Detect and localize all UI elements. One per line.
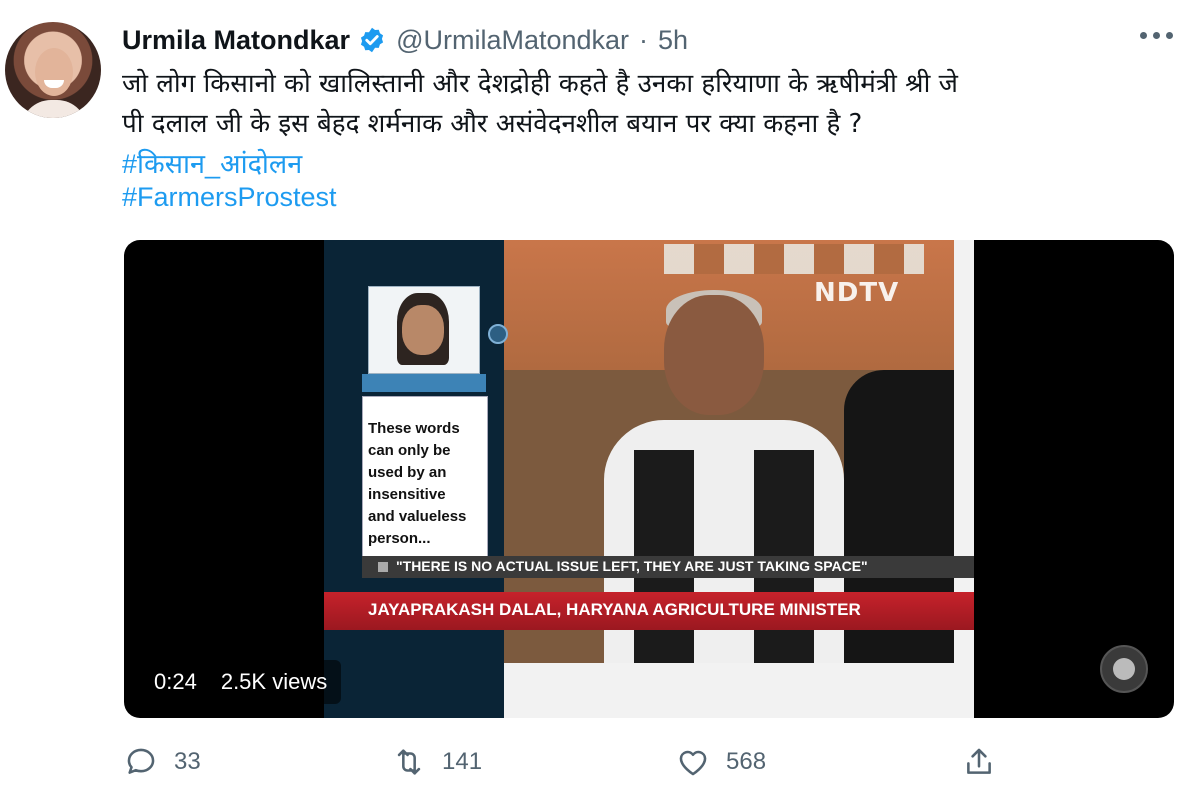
like-count: 568 bbox=[726, 748, 767, 775]
lower-third-text: JAYAPRAKASH DALAL, HARYANA AGRICULTURE M… bbox=[368, 600, 861, 619]
avatar[interactable] bbox=[5, 22, 101, 118]
reply-icon bbox=[127, 748, 155, 774]
video-border bbox=[504, 663, 974, 718]
tweet-actions: 33 141 568 bbox=[124, 740, 1124, 784]
hashtag-link[interactable]: #FarmersProstest bbox=[122, 182, 337, 213]
header-separator: · bbox=[639, 24, 649, 55]
tweet-header: Urmila Matondkar @UrmilaMatondkar · 5h bbox=[122, 22, 688, 58]
tweet-text-line: पी दलाल जी के इस बेहद शर्मनाक और असंवेदन… bbox=[122, 109, 863, 139]
photo-face bbox=[402, 305, 444, 355]
share-button[interactable] bbox=[962, 740, 996, 784]
reply-count: 33 bbox=[174, 748, 201, 775]
video-views: 2.5K views bbox=[220, 669, 328, 694]
volume-button[interactable] bbox=[1100, 645, 1148, 693]
retweet-icon bbox=[397, 749, 421, 775]
more-dot bbox=[1140, 32, 1147, 39]
video-info-badge: 0:24 2.5K views bbox=[140, 660, 342, 704]
panel-knob-icon bbox=[488, 324, 508, 344]
tweet-text-line: जो लोग किसानो को खालिस्तानी और देशद्रोही… bbox=[122, 69, 958, 99]
verified-badge-icon bbox=[360, 27, 384, 53]
video-player[interactable]: NDTV These words can only be used by an … bbox=[124, 240, 1174, 718]
video-background-lights bbox=[664, 244, 924, 274]
heart-icon bbox=[679, 750, 707, 776]
retweet-button[interactable]: 141 bbox=[392, 740, 482, 784]
like-button[interactable]: 568 bbox=[676, 740, 766, 784]
avatar-face bbox=[35, 48, 73, 96]
video-duration: 0:24 bbox=[154, 669, 197, 694]
author-handle[interactable]: @UrmilaMatondkar bbox=[396, 25, 629, 56]
share-icon bbox=[967, 748, 991, 774]
hashtag-link[interactable]: #किसान_आंदोलन bbox=[122, 144, 302, 181]
channel-logo: NDTV bbox=[814, 278, 900, 308]
tweet-text: जो लोग किसानो को खालिस्तानी और देशद्रोही… bbox=[122, 64, 1182, 144]
ticker-icon bbox=[378, 562, 388, 572]
quote-photo bbox=[368, 286, 480, 374]
reply-button[interactable]: 33 bbox=[124, 740, 201, 784]
ticker-text: "THERE IS NO ACTUAL ISSUE LEFT, THEY ARE… bbox=[396, 558, 868, 574]
avatar-shoulder bbox=[21, 100, 87, 118]
more-dot bbox=[1153, 32, 1160, 39]
more-dot bbox=[1166, 32, 1173, 39]
quote-text: These words can only be used by an insen… bbox=[368, 420, 467, 547]
tweet-timestamp[interactable]: 5h bbox=[658, 25, 688, 56]
quote-handle-bar bbox=[362, 374, 486, 392]
author-name[interactable]: Urmila Matondkar bbox=[122, 25, 350, 56]
retweet-count: 141 bbox=[442, 748, 483, 775]
person-head bbox=[664, 295, 764, 415]
more-options-icon[interactable] bbox=[1140, 32, 1173, 39]
